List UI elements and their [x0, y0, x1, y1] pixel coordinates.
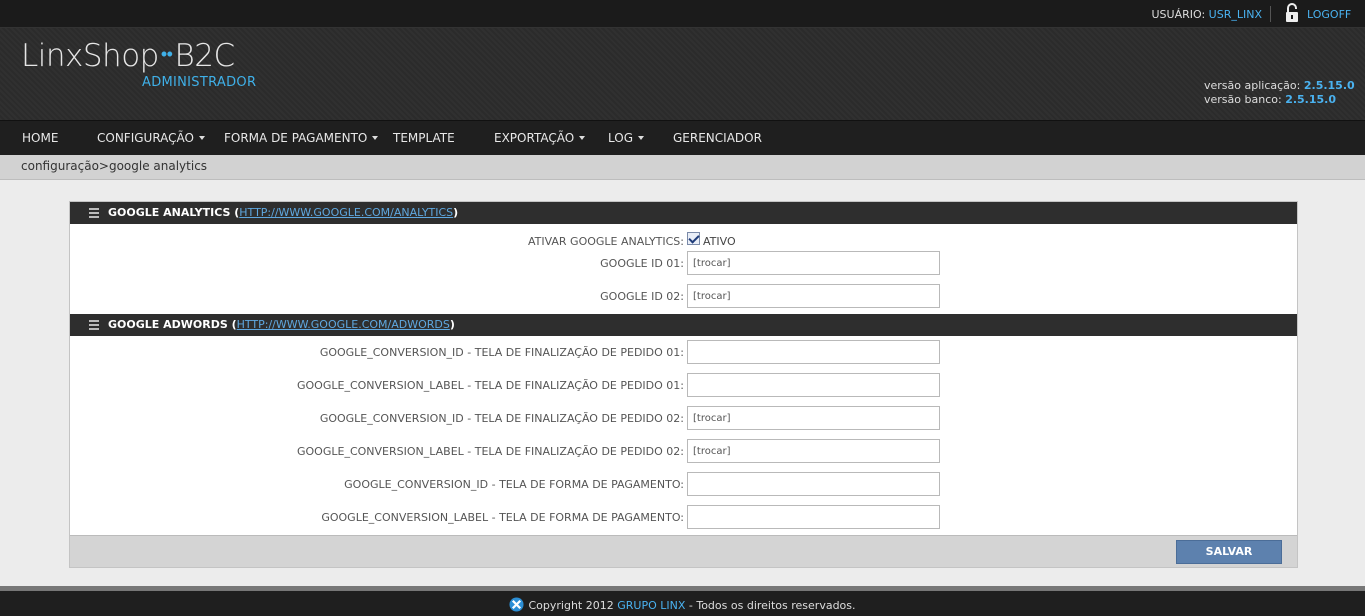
user-label: USUÁRIO: [1151, 8, 1209, 21]
logo: LinxShop ••B2C ADMINISTRADOR [21, 38, 256, 90]
nav-label: EXPORTAÇÃO [494, 131, 575, 145]
caret-down-icon [579, 136, 586, 140]
nav-exportacao[interactable]: EXPORTAÇÃO [494, 131, 586, 145]
page-footer: Copyright 2012 GRUPO LINX - Todos os dir… [0, 586, 1365, 616]
version-info: versão aplicação: 2.5.15.0 versão banco:… [1204, 79, 1355, 107]
unlock-icon[interactable] [1285, 3, 1299, 23]
field-label: GOOGLE_CONVERSION_LABEL - TELA DE FINALI… [297, 379, 684, 392]
field-label: GOOGLE ID 02: [600, 290, 684, 303]
nav-label: HOME [22, 131, 59, 145]
paren: ) [449, 318, 455, 331]
logo-text: LinxShop ••B2C [21, 38, 235, 74]
conversion-id-pagamento-input[interactable] [687, 472, 940, 496]
google-id-01-input[interactable] [687, 251, 940, 275]
menu-icon [89, 320, 99, 330]
nav-label: GERENCIADOR [673, 131, 762, 145]
copyright-text: Copyright 2012 [528, 599, 618, 612]
field-label: GOOGLE_CONVERSION_ID - TELA DE FINALIZAÇ… [319, 412, 684, 425]
conversion-id-pedido-01-input[interactable] [687, 340, 940, 364]
save-button[interactable]: SALVAR [1176, 540, 1282, 564]
analytics-link[interactable]: HTTP://WWW.GOOGLE.COM/ANALYTICS [239, 206, 453, 219]
field-label: GOOGLE_CONVERSION_ID - TELA DE FINALIZAÇ… [319, 346, 684, 359]
field-label: GOOGLE ID 01: [600, 257, 684, 270]
nav-forma-de-pagamento[interactable]: FORMA DE PAGAMENTO [224, 131, 379, 145]
form-row-conversion-id-pedido-02: GOOGLE_CONVERSION_ID - TELA DE FINALIZAÇ… [70, 406, 1297, 430]
nav-template[interactable]: TEMPLATE [393, 131, 455, 145]
db-version: 2.5.15.0 [1285, 93, 1336, 106]
top-user-bar: USUÁRIO: USR_LINX LOGOFF [0, 0, 1365, 28]
user-info: USUÁRIO: USR_LINX [1152, 8, 1263, 21]
field-label: ATIVAR GOOGLE ANALYTICS: [527, 235, 684, 248]
caret-down-icon [372, 136, 379, 140]
caret-down-icon [638, 136, 645, 140]
nav-log[interactable]: LOG [608, 131, 645, 145]
section-title: GOOGLE ADWORDS [108, 318, 228, 331]
conversion-label-pedido-02-input[interactable] [687, 439, 940, 463]
nav-label: TEMPLATE [393, 131, 455, 145]
conversion-label-pagamento-input[interactable] [687, 505, 940, 529]
section-title: GOOGLE ANALYTICS [108, 206, 231, 219]
form-row-conversion-id-pagamento: GOOGLE_CONVERSION_ID - TELA DE FORMA DE … [70, 472, 1297, 496]
linx-logo-icon [509, 597, 525, 612]
field-label: GOOGLE_CONVERSION_LABEL - TELA DE FORMA … [321, 511, 684, 524]
form-row-conversion-id-pedido-01: GOOGLE_CONVERSION_ID - TELA DE FINALIZAÇ… [70, 340, 1297, 364]
db-version-label: versão banco: [1204, 93, 1282, 106]
form-row-activate: ATIVAR GOOGLE ANALYTICS: ATIVO [70, 229, 1297, 253]
section-header-adwords: GOOGLE ADWORDS (HTTP://WWW.GOOGLE.COM/AD… [70, 314, 1297, 336]
logo-part2: B2C [174, 38, 235, 74]
rights-text: - Todos os direitos reservados. [685, 599, 856, 612]
paren: ( [227, 318, 237, 331]
menu-icon [89, 208, 99, 218]
brand-link[interactable]: GRUPO LINX [617, 599, 685, 612]
nav-label: CONFIGURAÇÃO [97, 131, 194, 145]
nav-home[interactable]: HOME [22, 131, 58, 145]
field-label: GOOGLE_CONVERSION_ID - TELA DE FORMA DE … [344, 478, 684, 491]
logo-subtitle: ADMINISTRADOR [142, 75, 257, 90]
form-row-google-id-02: GOOGLE ID 02: [70, 284, 1297, 308]
header: LinxShop ••B2C ADMINISTRADOR versão aplic… [0, 28, 1365, 120]
field-label: GOOGLE_CONVERSION_LABEL - TELA DE FINALI… [297, 445, 684, 458]
settings-panel: GOOGLE ANALYTICS (HTTP://WWW.GOOGLE.COM/… [69, 201, 1298, 568]
logoff-link[interactable]: LOGOFF [1307, 8, 1351, 21]
google-id-02-input[interactable] [687, 284, 940, 308]
nav-label: LOG [608, 131, 634, 145]
conversion-id-pedido-02-input[interactable] [687, 406, 940, 430]
adwords-link[interactable]: HTTP://WWW.GOOGLE.COM/ADWORDS [237, 318, 450, 331]
breadcrumb: configuração>google analytics [0, 155, 1365, 180]
paren: ( [230, 206, 240, 219]
logo-dots: •• [160, 44, 173, 65]
main-nav: HOME CONFIGURAÇÃO FORMA DE PAGAMENTO TEM… [0, 120, 1365, 155]
form-actions-bar: SALVAR [70, 535, 1297, 567]
caret-down-icon [199, 136, 205, 140]
paren: ) [453, 206, 459, 219]
form-row-google-id-01: GOOGLE ID 01: [70, 251, 1297, 275]
nav-label: FORMA DE PAGAMENTO [224, 131, 368, 145]
active-checkbox[interactable] [687, 232, 700, 245]
user-name-link[interactable]: USR_LINX [1209, 8, 1262, 21]
form-row-conversion-label-pedido-02: GOOGLE_CONVERSION_LABEL - TELA DE FINALI… [70, 439, 1297, 463]
app-version: 2.5.15.0 [1303, 79, 1355, 92]
nav-configuracao[interactable]: CONFIGURAÇÃO [97, 131, 205, 145]
conversion-label-pedido-01-input[interactable] [687, 373, 940, 397]
nav-gerenciador[interactable]: GERENCIADOR [673, 131, 762, 145]
app-version-label: versão aplicação: [1204, 79, 1301, 92]
logo-part1: LinxShop [21, 38, 159, 74]
form-row-conversion-label-pedido-01: GOOGLE_CONVERSION_LABEL - TELA DE FINALI… [70, 373, 1297, 397]
checkbox-label: ATIVO [703, 235, 736, 248]
form-row-conversion-label-pagamento: GOOGLE_CONVERSION_LABEL - TELA DE FORMA … [70, 505, 1297, 529]
section-header-analytics: GOOGLE ANALYTICS (HTTP://WWW.GOOGLE.COM/… [70, 202, 1297, 224]
divider [1270, 6, 1271, 22]
